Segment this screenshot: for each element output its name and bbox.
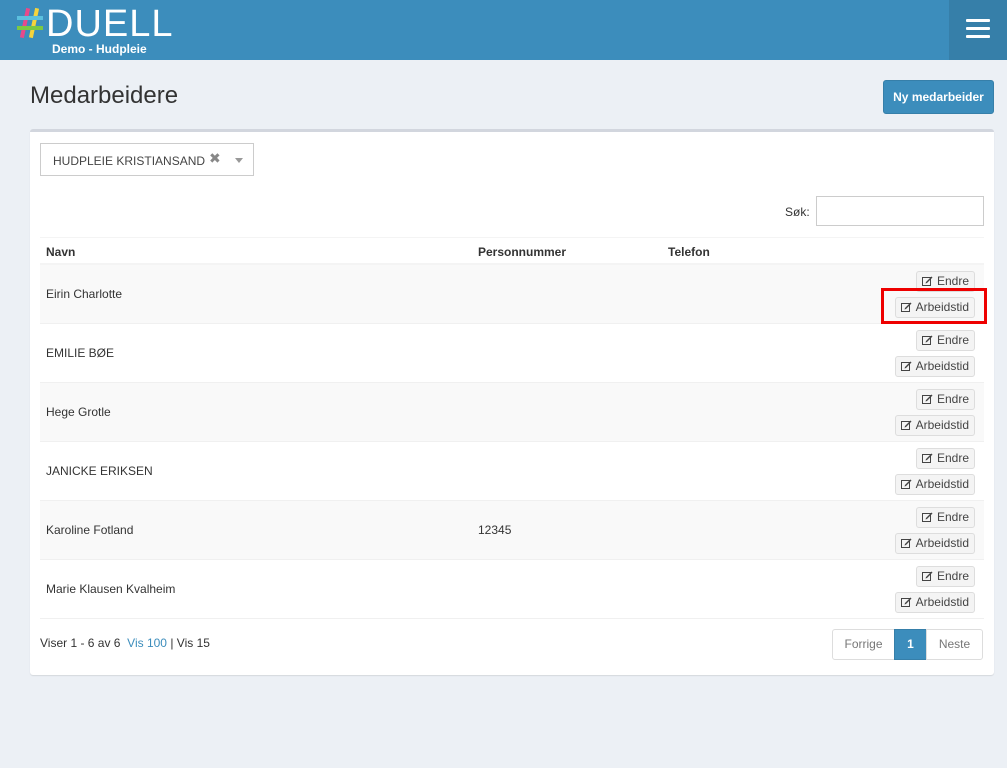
caret-down-icon[interactable] — [235, 158, 243, 163]
edit-icon — [900, 536, 916, 550]
table-row: Eirin Charlotte Endre Arbeidstid — [40, 265, 984, 324]
show-100-link[interactable]: Vis 100 — [127, 636, 167, 650]
worktime-button-label: Arbeidstid — [915, 418, 969, 432]
worktime-button-label: Arbeidstid — [915, 536, 969, 550]
edit-button[interactable]: Endre — [915, 271, 975, 292]
worktime-button[interactable]: Arbeidstid — [894, 474, 975, 495]
column-header-name[interactable]: Navn — [46, 245, 75, 259]
logo-text: DUELL — [46, 3, 174, 45]
edit-icon — [921, 274, 937, 288]
edit-icon — [921, 451, 937, 465]
worktime-button-label: Arbeidstid — [915, 595, 969, 609]
edit-button-label: Endre — [936, 392, 969, 406]
search-label: Søk: — [785, 205, 810, 219]
edit-icon — [900, 595, 916, 609]
company-subtitle: Demo - Hudpleie — [52, 42, 147, 56]
department-select-value: HUDPLEIE KRISTIANSAND — [53, 154, 206, 168]
duell-logo[interactable]: DUELL Demo - Hudpleie — [16, 3, 196, 58]
edit-button-label: Endre — [936, 510, 969, 524]
column-header-telefon[interactable]: Telefon — [668, 245, 710, 259]
edit-icon — [900, 477, 916, 491]
employee-name: Karoline Fotland — [46, 523, 134, 537]
employees-table: Navn Personnummer Telefon Eirin Charlott… — [40, 237, 984, 619]
worktime-button[interactable]: Arbeidstid — [894, 415, 975, 436]
hamburger-menu-icon[interactable] — [949, 0, 1007, 60]
edit-icon — [900, 359, 916, 373]
edit-button[interactable]: Endre — [915, 566, 975, 587]
employee-personnummer: 12345 — [478, 523, 512, 537]
worktime-button-label: Arbeidstid — [915, 300, 969, 314]
table-row: EMILIE BØE Endre Arbeidstid — [40, 324, 984, 383]
top-navbar: DUELL Demo - Hudpleie — [0, 0, 1007, 60]
edit-icon — [921, 510, 937, 524]
pagination-page-1[interactable]: 1 — [894, 629, 927, 660]
edit-icon — [921, 392, 937, 406]
table-row: JANICKE ERIKSEN Endre Arbeidstid — [40, 442, 984, 501]
column-header-personnummer[interactable]: Personnummer — [478, 245, 566, 259]
worktime-button-label: Arbeidstid — [915, 359, 969, 373]
pagination: Forrige 1 Neste — [832, 629, 983, 660]
edit-button-label: Endre — [936, 333, 969, 347]
table-info: Viser 1 - 6 av 6 Vis 100 | Vis 15 — [40, 636, 210, 650]
worktime-button[interactable]: Arbeidstid — [894, 533, 975, 554]
employee-name: EMILIE BØE — [46, 346, 115, 360]
logo-hash-icon — [17, 7, 43, 39]
show-15-label[interactable]: Vis 15 — [177, 636, 210, 650]
edit-icon — [900, 300, 916, 314]
worktime-button[interactable]: Arbeidstid — [894, 592, 975, 613]
page-title: Medarbeidere — [30, 82, 179, 109]
edit-button-label: Endre — [936, 451, 969, 465]
employee-name: JANICKE ERIKSEN — [46, 464, 153, 478]
employee-name: Eirin Charlotte — [46, 287, 123, 301]
worktime-button-label: Arbeidstid — [915, 477, 969, 491]
search-input[interactable] — [816, 196, 984, 226]
edit-button[interactable]: Endre — [915, 330, 975, 351]
edit-icon — [900, 418, 916, 432]
new-employee-button[interactable]: Ny medarbeider — [883, 80, 994, 114]
edit-icon — [921, 569, 937, 583]
table-row: Hege Grotle Endre Arbeidstid — [40, 383, 984, 442]
table-row: Marie Klausen Kvalheim Endre Arbeidstid — [40, 560, 984, 619]
department-select[interactable]: HUDPLEIE KRISTIANSAND ✖ — [40, 143, 254, 176]
table-header: Navn Personnummer Telefon — [40, 237, 984, 265]
edit-button-label: Endre — [936, 274, 969, 288]
edit-button[interactable]: Endre — [915, 389, 975, 410]
employees-box: HUDPLEIE KRISTIANSAND ✖ Søk: Navn Person… — [30, 129, 994, 675]
edit-icon — [921, 333, 937, 347]
worktime-button[interactable]: Arbeidstid — [894, 356, 975, 377]
employee-name: Marie Klausen Kvalheim — [46, 582, 176, 596]
employee-name: Hege Grotle — [46, 405, 111, 419]
edit-button[interactable]: Endre — [915, 448, 975, 469]
pagination-previous[interactable]: Forrige — [832, 629, 895, 660]
worktime-button[interactable]: Arbeidstid — [894, 297, 975, 318]
separator: | — [170, 636, 174, 650]
table-row: Karoline Fotland 12345 Endre Arbeidstid — [40, 501, 984, 560]
close-icon[interactable]: ✖ — [209, 150, 221, 167]
pagination-next[interactable]: Neste — [926, 629, 983, 660]
edit-button-label: Endre — [936, 569, 969, 583]
table-info-text: Viser 1 - 6 av 6 — [40, 636, 121, 650]
edit-button[interactable]: Endre — [915, 507, 975, 528]
